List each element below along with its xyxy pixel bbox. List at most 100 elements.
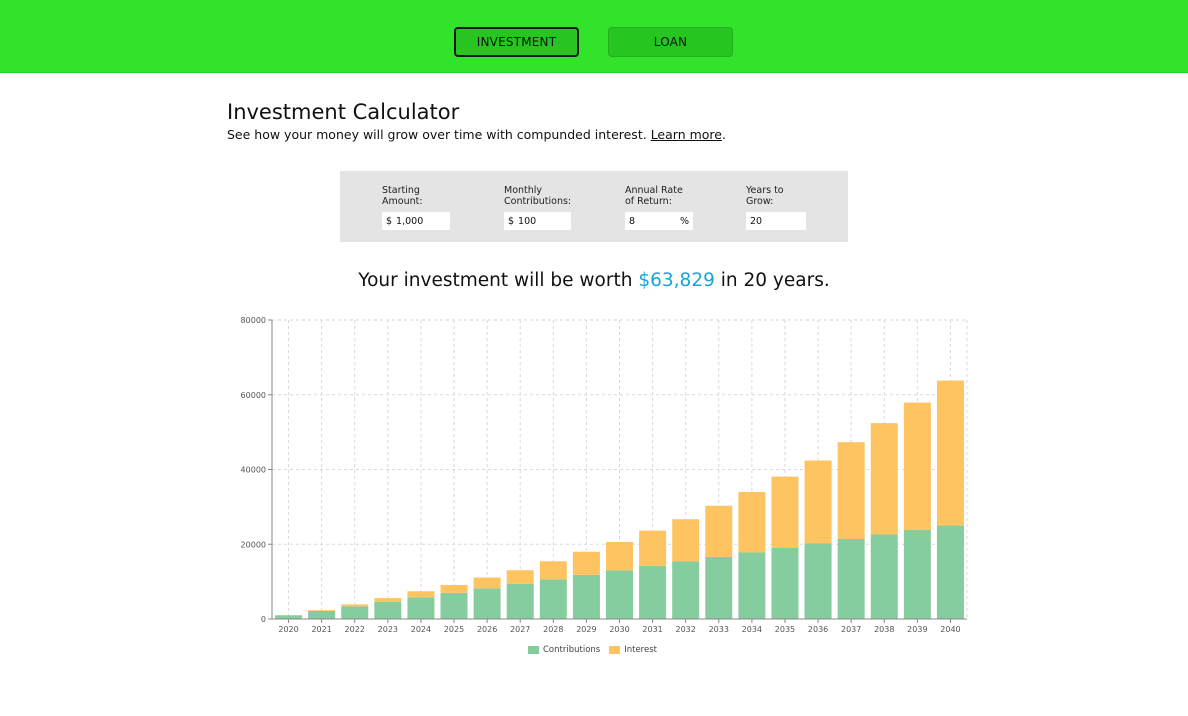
monthly-contributions-input[interactable]: $ 100 bbox=[504, 212, 571, 230]
legend-swatch-contributions bbox=[528, 646, 539, 654]
x-tick-label: 2020 bbox=[278, 625, 298, 634]
y-tick-label: 80000 bbox=[241, 316, 266, 325]
page-subtitle: See how your money will grow over time w… bbox=[227, 127, 726, 142]
x-tick-label: 2022 bbox=[345, 625, 365, 634]
x-tick-label: 2027 bbox=[510, 625, 530, 634]
currency-prefix: $ bbox=[386, 215, 393, 227]
subtitle-text: See how your money will grow over time w… bbox=[227, 127, 647, 142]
learn-more-link[interactable]: Learn more bbox=[651, 127, 722, 142]
bar-contributions bbox=[705, 556, 733, 619]
result-amount: $63,829 bbox=[638, 270, 715, 291]
result-prefix: Your investment will be worth bbox=[358, 270, 633, 291]
x-tick-label: 2034 bbox=[742, 625, 762, 634]
result-summary: Your investment will be worth $63,829 in… bbox=[0, 270, 1188, 291]
x-tick-label: 2023 bbox=[378, 625, 398, 634]
bar-interest bbox=[672, 519, 700, 562]
bar-contributions bbox=[374, 601, 402, 619]
bar-contributions bbox=[572, 574, 600, 619]
x-tick-label: 2028 bbox=[543, 625, 563, 634]
tab-investment[interactable]: INVESTMENT bbox=[454, 27, 579, 57]
bar-interest bbox=[639, 530, 667, 566]
x-tick-label: 2038 bbox=[874, 625, 894, 634]
legend-label-contributions: Contributions bbox=[543, 645, 601, 655]
annual-rate-input[interactable]: 8 % bbox=[625, 212, 693, 230]
starting-amount-field: Starting Amount: $ 1,000 bbox=[382, 185, 450, 230]
y-tick-label: 40000 bbox=[241, 466, 266, 475]
bar-contributions bbox=[672, 561, 700, 619]
page-title: Investment Calculator bbox=[227, 100, 460, 124]
tab-loan[interactable]: LOAN bbox=[608, 27, 733, 57]
x-tick-label: 2031 bbox=[642, 625, 662, 634]
bar-contributions bbox=[771, 547, 799, 619]
x-tick-label: 2030 bbox=[609, 625, 629, 634]
x-tick-label: 2024 bbox=[411, 625, 431, 634]
years-to-grow-value: 20 bbox=[750, 215, 763, 227]
bar-contributions bbox=[639, 565, 667, 619]
bar-contributions bbox=[341, 606, 369, 619]
x-tick-label: 2021 bbox=[311, 625, 331, 634]
bar-contributions bbox=[473, 588, 501, 619]
subtitle-period: . bbox=[721, 127, 726, 142]
bar-interest bbox=[407, 591, 435, 598]
x-tick-label: 2039 bbox=[907, 625, 927, 634]
bar-interest bbox=[771, 476, 799, 548]
bar-interest bbox=[903, 402, 931, 531]
y-tick-label: 60000 bbox=[241, 391, 266, 400]
bar-contributions bbox=[936, 525, 964, 619]
result-suffix: in 20 years. bbox=[720, 270, 830, 291]
bar-interest bbox=[705, 505, 733, 557]
bar-contributions bbox=[440, 592, 468, 619]
x-tick-label: 2033 bbox=[709, 625, 729, 634]
bar-interest bbox=[506, 570, 534, 584]
bar-contributions bbox=[903, 530, 931, 619]
monthly-contributions-field: Monthly Contributions: $ 100 bbox=[504, 185, 571, 230]
x-tick-label: 2025 bbox=[444, 625, 464, 634]
x-tick-label: 2026 bbox=[477, 625, 497, 634]
bar-contributions bbox=[308, 610, 336, 619]
starting-amount-value: 1,000 bbox=[396, 215, 424, 227]
percent-suffix: % bbox=[679, 215, 689, 227]
bar-contributions bbox=[407, 597, 435, 619]
x-tick-label: 2036 bbox=[808, 625, 828, 634]
chart-legend: Contributions Interest bbox=[528, 645, 666, 655]
bar-interest bbox=[308, 610, 336, 611]
currency-prefix: $ bbox=[508, 215, 515, 227]
x-tick-label: 2040 bbox=[940, 625, 960, 634]
bar-contributions bbox=[837, 539, 865, 619]
x-tick-label: 2029 bbox=[576, 625, 596, 634]
bar-interest bbox=[837, 442, 865, 540]
bar-contributions bbox=[606, 570, 633, 619]
bar-interest bbox=[539, 561, 567, 580]
bar-contributions bbox=[275, 615, 303, 619]
bar-interest bbox=[341, 604, 369, 607]
starting-amount-label: Starting Amount: bbox=[382, 185, 423, 207]
inputs-panel: Starting Amount: $ 1,000 Monthly Contribut… bbox=[340, 171, 848, 242]
years-to-grow-input[interactable]: 20 bbox=[746, 212, 806, 230]
bar-interest bbox=[473, 577, 501, 589]
x-tick-label: 2037 bbox=[841, 625, 861, 634]
bar-contributions bbox=[804, 543, 832, 619]
bar-interest bbox=[374, 598, 402, 602]
annual-rate-field: Annual Rate of Return: 8 % bbox=[625, 185, 693, 230]
bar-contributions bbox=[870, 534, 898, 619]
bar-interest bbox=[804, 460, 832, 544]
top-nav-bar: INVESTMENT LOAN bbox=[0, 0, 1188, 73]
annual-rate-value: 8 bbox=[629, 215, 636, 227]
starting-amount-input[interactable]: $ 1,000 bbox=[382, 212, 450, 230]
legend-swatch-interest bbox=[609, 646, 621, 654]
bar-contributions bbox=[539, 579, 567, 619]
bar-interest bbox=[606, 542, 633, 571]
annual-rate-label: Annual Rate of Return: bbox=[625, 185, 683, 207]
bar-interest bbox=[870, 423, 898, 535]
bar-interest bbox=[936, 380, 964, 526]
y-tick-label: 20000 bbox=[241, 540, 266, 549]
bar-interest bbox=[572, 551, 600, 575]
investment-growth-chart: 0 20000 40000 60000 80000 2020 2021 2022 2023 202… bbox=[241, 316, 968, 634]
legend-label-interest: Interest bbox=[624, 645, 657, 655]
bar-contributions bbox=[506, 583, 534, 619]
bar-contributions bbox=[738, 552, 766, 619]
bar-interest bbox=[440, 584, 468, 593]
x-tick-label: 2035 bbox=[775, 625, 795, 634]
y-tick-label: 0 bbox=[261, 615, 266, 624]
monthly-contributions-value: 100 bbox=[518, 215, 537, 227]
